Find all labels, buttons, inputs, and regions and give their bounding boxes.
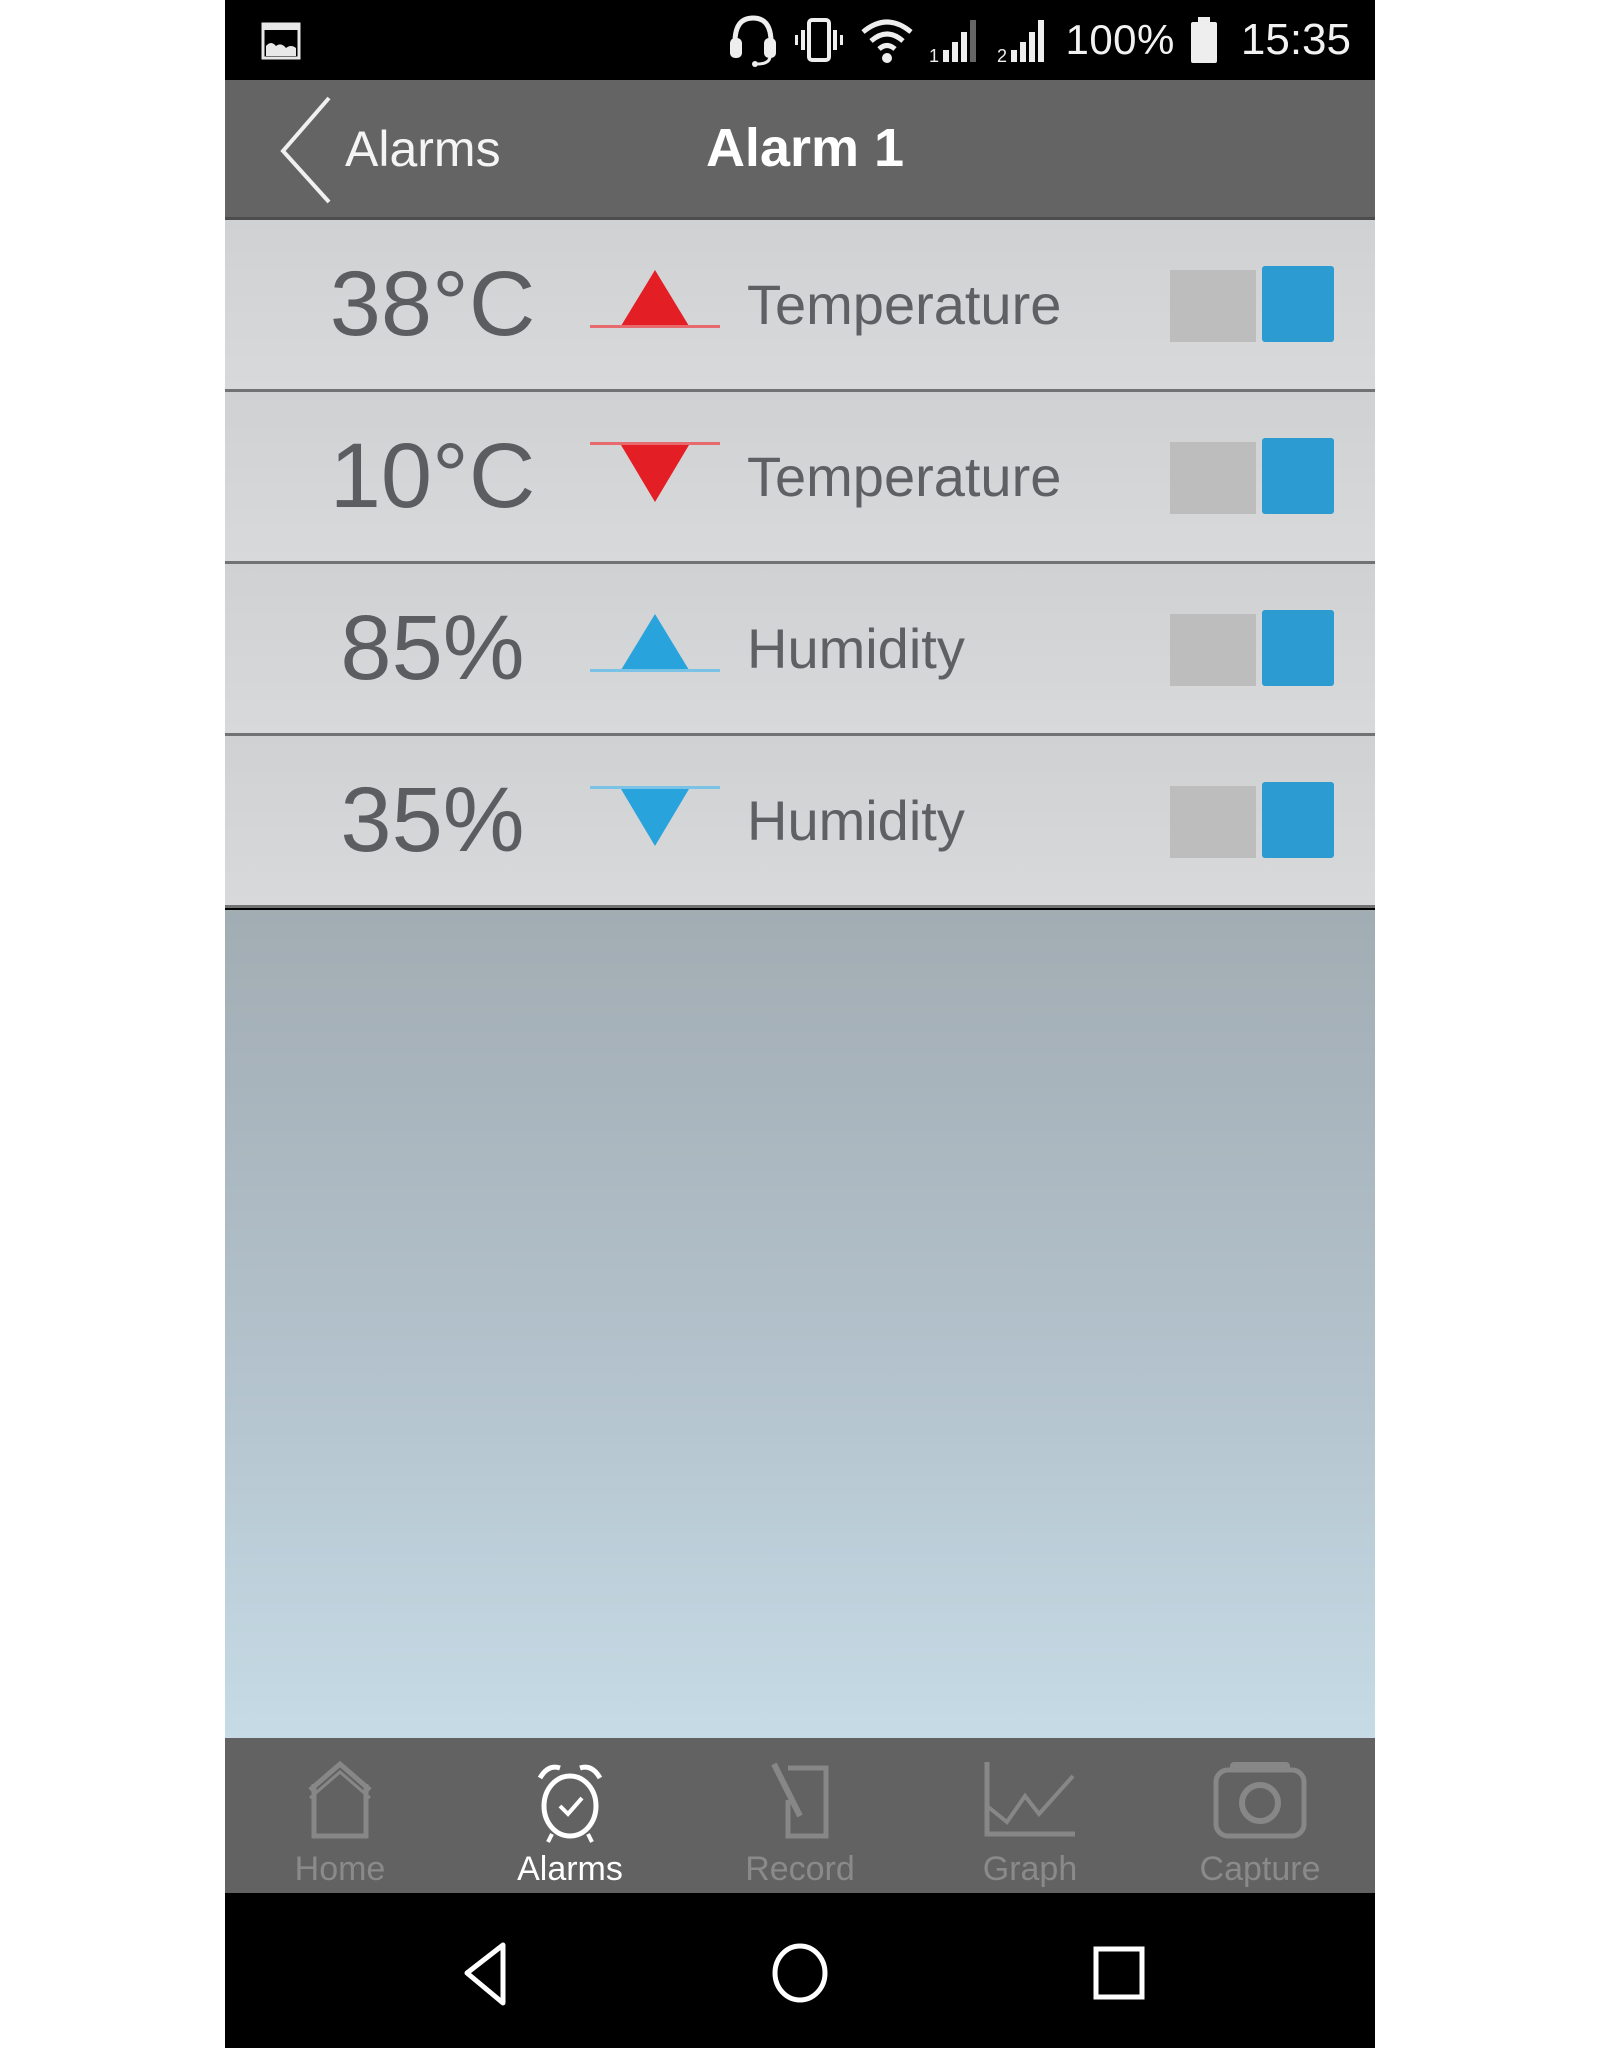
tab-label: Graph bbox=[982, 1850, 1078, 1888]
alarm-threshold: 35% bbox=[340, 769, 525, 871]
home-icon bbox=[308, 1760, 372, 1839]
tab-capture[interactable]: Capture bbox=[1145, 1738, 1375, 1893]
alarm-row[interactable]: 10°C Temperature bbox=[225, 392, 1375, 564]
toggle-thumb bbox=[1262, 782, 1334, 858]
tab-home[interactable]: Home bbox=[225, 1738, 455, 1893]
toggle-track bbox=[1170, 786, 1256, 858]
system-nav-bar bbox=[225, 1893, 1375, 2048]
tab-label: Alarms bbox=[517, 1850, 623, 1888]
chevron-left-icon bbox=[280, 96, 331, 204]
system-home-button[interactable] bbox=[760, 1933, 840, 2013]
toggle-track bbox=[1170, 270, 1256, 342]
alarm-enable-toggle[interactable] bbox=[1170, 266, 1336, 342]
phone-screen: 1 2 100% 15:35 Alarm 1 Alarms 38°C Tempe… bbox=[225, 0, 1375, 2048]
tab-alarms[interactable]: Alarms bbox=[455, 1738, 685, 1893]
alarm-threshold: 10°C bbox=[329, 425, 536, 527]
alarm-enable-toggle[interactable] bbox=[1170, 782, 1336, 858]
signal-sim1-icon: 1 bbox=[929, 20, 977, 64]
status-bar: 1 2 100% 15:35 bbox=[225, 0, 1375, 80]
battery-percent: 100% bbox=[1065, 16, 1175, 63]
alarm-sensor: Humidity bbox=[747, 617, 965, 680]
recents-nav-icon bbox=[1093, 1946, 1145, 2000]
headset-icon bbox=[730, 15, 777, 67]
tab-label: Home bbox=[294, 1850, 386, 1888]
alarm-threshold: 38°C bbox=[329, 253, 536, 355]
app-header: Alarm 1 Alarms bbox=[225, 80, 1375, 220]
record-icon bbox=[771, 1762, 829, 1839]
threshold-below-icon bbox=[590, 442, 720, 502]
alarm-enable-toggle[interactable] bbox=[1170, 438, 1336, 514]
alarm-sensor: Humidity bbox=[747, 789, 965, 852]
signal-sim2-icon: 2 bbox=[997, 20, 1045, 64]
tab-label: Capture bbox=[1199, 1850, 1321, 1888]
wifi-icon bbox=[861, 19, 914, 63]
content-background bbox=[225, 910, 1375, 1738]
clock: 15:35 bbox=[1240, 15, 1351, 64]
status-icons: 1 2 100% 15:35 bbox=[727, 0, 1351, 80]
system-recents-button[interactable] bbox=[1080, 1933, 1160, 2013]
alarm-clock-icon bbox=[537, 1764, 603, 1843]
home-nav-icon bbox=[772, 1943, 828, 2003]
alarm-row[interactable]: 85% Humidity bbox=[225, 564, 1375, 736]
threshold-below-icon bbox=[590, 786, 720, 846]
alarm-sensor: Temperature bbox=[747, 273, 1062, 336]
tab-bar: Home Alarms Record Graph Capture bbox=[225, 1738, 1375, 1893]
back-nav-icon bbox=[464, 1942, 506, 2006]
alarm-threshold: 85% bbox=[340, 597, 525, 699]
vibrate-icon bbox=[795, 18, 844, 62]
gallery-icon bbox=[261, 22, 301, 60]
graph-icon bbox=[984, 1762, 1075, 1837]
toggle-thumb bbox=[1262, 266, 1334, 342]
alarm-row[interactable]: 38°C Temperature bbox=[225, 220, 1375, 392]
toggle-thumb bbox=[1262, 438, 1334, 514]
threshold-above-icon bbox=[590, 614, 720, 672]
back-label: Alarms bbox=[345, 121, 501, 177]
toggle-track bbox=[1170, 614, 1256, 686]
battery-icon bbox=[1190, 17, 1217, 63]
tab-label: Record bbox=[745, 1850, 855, 1888]
toggle-thumb bbox=[1262, 610, 1334, 686]
camera-icon bbox=[1213, 1762, 1307, 1839]
toggle-track bbox=[1170, 442, 1256, 514]
sim1-label: 1 bbox=[929, 46, 939, 64]
alarm-row[interactable]: 35% Humidity bbox=[225, 736, 1375, 908]
system-back-button[interactable] bbox=[445, 1933, 525, 2013]
back-button[interactable]: Alarms bbox=[275, 94, 501, 204]
tab-record[interactable]: Record bbox=[685, 1738, 915, 1893]
alarm-enable-toggle[interactable] bbox=[1170, 610, 1336, 686]
alarm-list: 38°C Temperature 10°C Temperature 85% Hu… bbox=[225, 220, 1375, 908]
threshold-above-icon bbox=[590, 270, 720, 328]
alarm-sensor: Temperature bbox=[747, 445, 1062, 508]
tab-graph[interactable]: Graph bbox=[915, 1738, 1145, 1893]
sim2-label: 2 bbox=[997, 46, 1007, 64]
